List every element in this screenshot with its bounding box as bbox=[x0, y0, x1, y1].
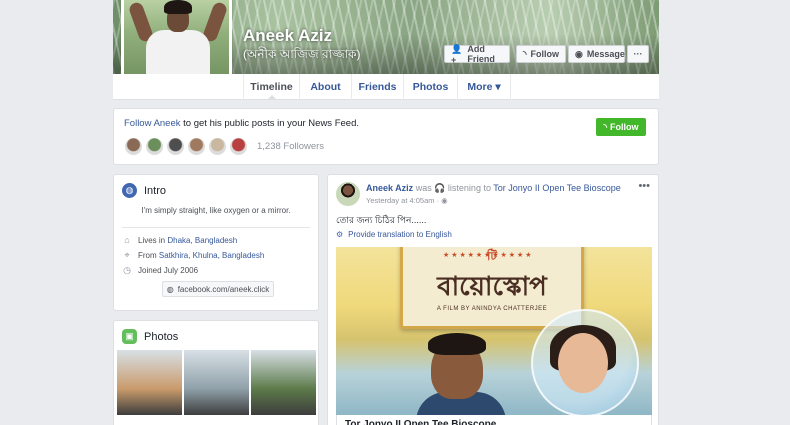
joined-row: ◷ Joined July 2006 bbox=[122, 265, 198, 276]
from-link[interactable]: Satkhira, Khulna, Bangladesh bbox=[159, 251, 264, 260]
followers-count[interactable]: 1,238 Followers bbox=[257, 141, 324, 152]
headphones-icon: 🎧 bbox=[434, 183, 446, 193]
joined-text: Joined July 2006 bbox=[138, 266, 199, 275]
website-link[interactable]: ◍ facebook.com/aneek.click bbox=[162, 281, 274, 297]
poster-boy-hair bbox=[428, 333, 486, 355]
tab-friends[interactable]: Friends bbox=[351, 74, 403, 100]
location-pin-icon: ⌖ bbox=[124, 250, 130, 260]
follow-banner: Follow Aneek to get his public posts in … bbox=[113, 108, 659, 165]
lives-in-prefix: Lives in bbox=[138, 235, 168, 245]
rss-icon: ◝ bbox=[603, 121, 608, 132]
poster-girl-face bbox=[558, 333, 608, 393]
follower-avatar[interactable] bbox=[187, 137, 206, 156]
intro-card: ◍ Intro I'm simply straight, like oxygen… bbox=[113, 174, 319, 311]
follow-banner-text: Follow Aneek to get his public posts in … bbox=[124, 118, 359, 129]
follower-faces bbox=[124, 137, 248, 156]
website-link-text: facebook.com/aneek.click bbox=[177, 284, 270, 294]
globe-small-icon: ◍ bbox=[166, 284, 174, 294]
post-author-avatar[interactable] bbox=[336, 182, 360, 206]
profile-alternate-name: (অনীক আজিজ রাজ্জাক) bbox=[243, 47, 361, 61]
add-friend-button[interactable]: 👤+ Add Friend bbox=[444, 43, 510, 65]
globe-icon: ◍ bbox=[122, 183, 137, 198]
intro-divider bbox=[122, 227, 310, 228]
photo-icon: ▣ bbox=[122, 329, 137, 344]
clock-icon: ◷ bbox=[123, 265, 131, 275]
follow-banner-rest: to get his public posts in your News Fee… bbox=[180, 118, 359, 129]
lives-in-row: ⌂ Lives in Dhaka, Bangladesh bbox=[122, 235, 237, 245]
poster-subtitle: A FILM BY ANINDYA CHATTERJEE bbox=[436, 306, 548, 312]
post-target-link[interactable]: Tor Jonyo II Open Tee Bioscope bbox=[493, 183, 620, 193]
message-label: Message bbox=[586, 49, 625, 59]
poster-title: বায়োস্কোপ bbox=[437, 272, 547, 302]
photo-thumbnail[interactable] bbox=[251, 350, 316, 415]
more-options-label: ··· bbox=[633, 49, 643, 59]
follow-aneek-link[interactable]: Follow Aneek bbox=[124, 118, 181, 129]
post-was: was bbox=[413, 183, 435, 193]
profile-hair bbox=[164, 0, 192, 14]
photos-header: ▣ Photos bbox=[122, 329, 178, 344]
photos-card: ▣ Photos bbox=[113, 320, 319, 425]
add-friend-icon: 👤+ bbox=[451, 43, 463, 65]
translate-label: Provide translation to English bbox=[348, 230, 452, 239]
photo-thumbnail[interactable] bbox=[117, 350, 182, 415]
intro-header: ◍ Intro bbox=[122, 183, 166, 198]
message-button[interactable]: ◉ Message bbox=[568, 45, 625, 63]
intro-bio: I'm simply straight, like oxygen or a mi… bbox=[141, 206, 291, 215]
from-row: ⌖ From Satkhira, Khulna, Bangladesh bbox=[122, 250, 264, 261]
translate-link[interactable]: ⚙ Provide translation to English bbox=[336, 230, 452, 239]
translate-icon: ⚙ bbox=[336, 230, 344, 239]
post-author-link[interactable]: Aneek Aziz bbox=[366, 183, 413, 193]
rss-icon: ◝ bbox=[523, 48, 527, 59]
follower-avatar[interactable] bbox=[166, 137, 185, 156]
more-options-button[interactable]: ··· bbox=[627, 45, 649, 63]
post-timestamp[interactable]: Yesterday at 4:05am · ◉ bbox=[366, 196, 448, 205]
profile-nav: Timeline About Friends Photos More ▾ bbox=[113, 74, 659, 100]
follower-avatar[interactable] bbox=[124, 137, 143, 156]
follow-cover-label: Follow bbox=[530, 49, 560, 59]
tab-timeline[interactable]: Timeline bbox=[243, 74, 299, 100]
profile-name[interactable]: Aneek Aziz bbox=[243, 26, 332, 46]
follow-button-label: Follow bbox=[610, 122, 639, 132]
post-activity: listening to bbox=[445, 183, 494, 193]
follower-avatar[interactable] bbox=[145, 137, 164, 156]
intro-title: Intro bbox=[144, 184, 167, 197]
photo-thumbnail[interactable] bbox=[184, 350, 249, 415]
messenger-icon: ◉ bbox=[575, 48, 583, 59]
attachment-caption[interactable]: Tor Jonyo II Open Tee Bioscope bbox=[336, 415, 652, 425]
from-prefix: From bbox=[138, 251, 159, 260]
tab-more[interactable]: More ▾ bbox=[457, 74, 511, 100]
follow-button[interactable]: ◝ Follow bbox=[596, 118, 646, 136]
follow-cover-button[interactable]: ◝ Follow bbox=[516, 45, 566, 63]
post-options-icon[interactable]: ••• bbox=[638, 180, 650, 192]
follower-avatar[interactable] bbox=[229, 137, 248, 156]
post-text: তোর জন্য চিঠির পিন...... bbox=[336, 215, 427, 225]
timeline-post: Aneek Aziz was 🎧 listening to Tor Jonyo … bbox=[327, 174, 659, 425]
add-friend-label: Add Friend bbox=[467, 44, 495, 64]
lives-in-link[interactable]: Dhaka, Bangladesh bbox=[167, 236, 237, 245]
photo-grid bbox=[117, 350, 316, 415]
post-attachment-image[interactable]: ★ ★ ★ ★ ★ ★ ★ ★ ★ ★ ★ টি বায়োস্কোপ A FI… bbox=[336, 247, 652, 415]
poster-top-text: টি bbox=[487, 249, 497, 263]
photos-title[interactable]: Photos bbox=[144, 331, 178, 343]
tab-photos[interactable]: Photos bbox=[403, 74, 457, 100]
home-icon: ⌂ bbox=[124, 235, 130, 245]
post-header: Aneek Aziz was 🎧 listening to Tor Jonyo … bbox=[366, 183, 621, 194]
follower-avatar[interactable] bbox=[208, 137, 227, 156]
tab-about[interactable]: About bbox=[299, 74, 351, 100]
